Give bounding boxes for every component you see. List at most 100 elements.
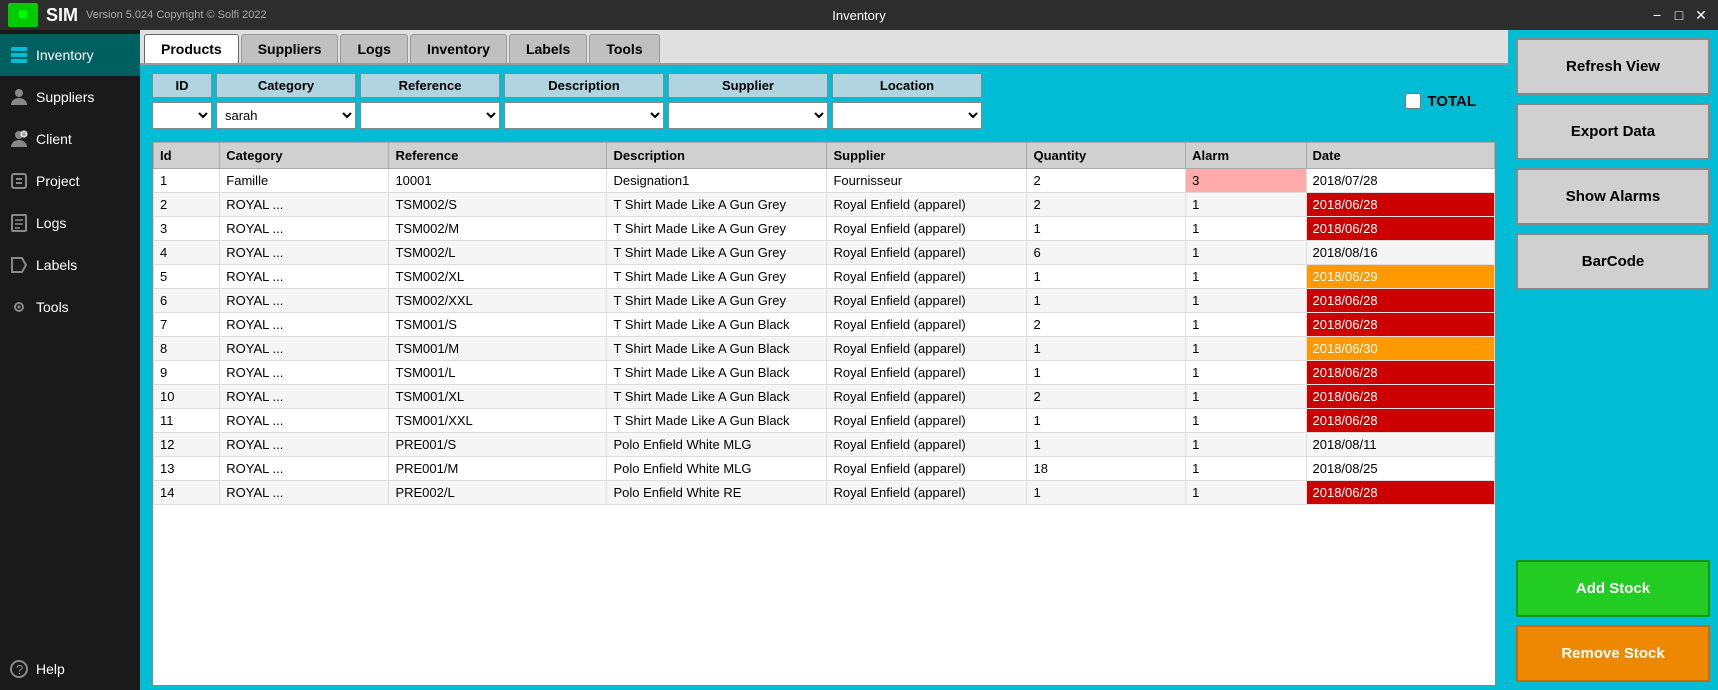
tab-tools[interactable]: Tools [589, 34, 659, 63]
cell-category: ROYAL ... [220, 217, 389, 241]
export-data-button[interactable]: Export Data [1516, 103, 1710, 160]
sidebar-item-project[interactable]: Project [0, 160, 140, 202]
total-area: TOTAL [1405, 93, 1496, 110]
sidebar-item-suppliers[interactable]: Suppliers [0, 76, 140, 118]
table-body: 1 Famille 10001 Designation1 Fournisseur… [154, 169, 1495, 505]
cell-description: Polo Enfield White MLG [607, 433, 827, 457]
maximize-button[interactable]: □ [1670, 6, 1688, 24]
cell-reference: TSM002/L [389, 241, 607, 265]
tools-icon [8, 296, 30, 318]
sidebar-item-logs[interactable]: Logs [0, 202, 140, 244]
tab-products[interactable]: Products [144, 34, 239, 63]
window-controls: − □ ✕ [1648, 6, 1710, 24]
cell-id: 9 [154, 361, 220, 385]
tab-logs[interactable]: Logs [340, 34, 407, 63]
table-row[interactable]: 6 ROYAL ... TSM002/XXL T Shirt Made Like… [154, 289, 1495, 313]
cell-date: 2018/08/11 [1306, 433, 1495, 457]
table-row[interactable]: 1 Famille 10001 Designation1 Fournisseur… [154, 169, 1495, 193]
filter-location-select[interactable] [832, 102, 982, 129]
cell-id: 5 [154, 265, 220, 289]
remove-stock-button[interactable]: Remove Stock [1516, 625, 1710, 682]
close-button[interactable]: ✕ [1692, 6, 1710, 24]
barcode-button[interactable]: BarCode [1516, 233, 1710, 290]
cell-description: T Shirt Made Like A Gun Black [607, 409, 827, 433]
sidebar-labels-label: Labels [36, 257, 77, 273]
cell-category: ROYAL ... [220, 409, 389, 433]
filter-reference-label: Reference [360, 73, 500, 98]
cell-reference: TSM001/S [389, 313, 607, 337]
cell-quantity: 1 [1027, 481, 1186, 505]
table-row[interactable]: 8 ROYAL ... TSM001/M T Shirt Made Like A… [154, 337, 1495, 361]
table-row[interactable]: 7 ROYAL ... TSM001/S T Shirt Made Like A… [154, 313, 1495, 337]
table-row[interactable]: 13 ROYAL ... PRE001/M Polo Enfield White… [154, 457, 1495, 481]
sidebar-item-labels[interactable]: Labels [0, 244, 140, 286]
cell-id: 1 [154, 169, 220, 193]
inventory-table: Id Category Reference Description Suppli… [153, 142, 1495, 505]
table-row[interactable]: 11 ROYAL ... TSM001/XXL T Shirt Made Lik… [154, 409, 1495, 433]
sidebar-suppliers-label: Suppliers [36, 89, 94, 105]
tab-inventory[interactable]: Inventory [410, 34, 507, 63]
table-row[interactable]: 10 ROYAL ... TSM001/XL T Shirt Made Like… [154, 385, 1495, 409]
cell-category: ROYAL ... [220, 385, 389, 409]
title-bar: ■ SIM Version 5.024 Copyright © Solfi 20… [0, 0, 1718, 30]
table-row[interactable]: 5 ROYAL ... TSM002/XL T Shirt Made Like … [154, 265, 1495, 289]
right-panel: Refresh View Export Data Show Alarms Bar… [1508, 30, 1718, 690]
sidebar-item-inventory[interactable]: Inventory [0, 34, 140, 76]
show-alarms-button[interactable]: Show Alarms [1516, 168, 1710, 225]
cell-reference: TSM002/M [389, 217, 607, 241]
cell-alarm: 1 [1186, 433, 1306, 457]
sidebar-item-help[interactable]: ? Help [0, 648, 140, 690]
cell-description: T Shirt Made Like A Gun Black [607, 385, 827, 409]
sidebar-item-tools[interactable]: Tools [0, 286, 140, 328]
minimize-button[interactable]: − [1648, 6, 1666, 24]
cell-alarm: 1 [1186, 337, 1306, 361]
filter-supplier-col: Supplier [668, 73, 828, 129]
filter-reference-select[interactable] [360, 102, 500, 129]
add-stock-button[interactable]: Add Stock [1516, 560, 1710, 617]
table-row[interactable]: 2 ROYAL ... TSM002/S T Shirt Made Like A… [154, 193, 1495, 217]
sidebar-inventory-label: Inventory [36, 47, 94, 63]
filter-category-select[interactable]: sarah [216, 102, 356, 129]
filter-category-label: Category [216, 73, 356, 98]
help-icon: ? [8, 658, 30, 680]
table-row[interactable]: 12 ROYAL ... PRE001/S Polo Enfield White… [154, 433, 1495, 457]
sidebar-item-client[interactable]: Client [0, 118, 140, 160]
logs-icon [8, 212, 30, 234]
filter-location-col: Location [832, 73, 982, 129]
cell-id: 14 [154, 481, 220, 505]
filter-reference-col: Reference [360, 73, 500, 129]
cell-id: 10 [154, 385, 220, 409]
cell-quantity: 2 [1027, 385, 1186, 409]
filter-id-select[interactable] [152, 102, 212, 129]
cell-reference: TSM001/XL [389, 385, 607, 409]
filter-category-col: Category sarah [216, 73, 356, 129]
tab-labels[interactable]: Labels [509, 34, 587, 63]
cell-id: 8 [154, 337, 220, 361]
cell-alarm: 1 [1186, 217, 1306, 241]
cell-quantity: 2 [1027, 193, 1186, 217]
main-layout: Inventory Suppliers Client Project Logs [0, 30, 1718, 690]
table-row[interactable]: 4 ROYAL ... TSM002/L T Shirt Made Like A… [154, 241, 1495, 265]
table-row[interactable]: 14 ROYAL ... PRE002/L Polo Enfield White… [154, 481, 1495, 505]
filter-supplier-select[interactable] [668, 102, 828, 129]
refresh-view-button[interactable]: Refresh View [1516, 38, 1710, 95]
table-row[interactable]: 9 ROYAL ... TSM001/L T Shirt Made Like A… [154, 361, 1495, 385]
cell-description: T Shirt Made Like A Gun Grey [607, 265, 827, 289]
cell-description: T Shirt Made Like A Gun Black [607, 337, 827, 361]
cell-id: 3 [154, 217, 220, 241]
client-icon [8, 128, 30, 150]
table-row[interactable]: 3 ROYAL ... TSM002/M T Shirt Made Like A… [154, 217, 1495, 241]
total-checkbox[interactable] [1405, 93, 1421, 109]
cell-date: 2018/06/28 [1306, 289, 1495, 313]
tab-suppliers[interactable]: Suppliers [241, 34, 339, 63]
filter-description-select[interactable] [504, 102, 664, 129]
cell-description: T Shirt Made Like A Gun Grey [607, 217, 827, 241]
sidebar-logs-label: Logs [36, 215, 66, 231]
cell-description: Polo Enfield White RE [607, 481, 827, 505]
cell-date: 2018/07/28 [1306, 169, 1495, 193]
cell-category: ROYAL ... [220, 265, 389, 289]
cell-supplier: Royal Enfield (apparel) [827, 265, 1027, 289]
cell-description: T Shirt Made Like A Gun Grey [607, 193, 827, 217]
cell-date: 2018/06/28 [1306, 385, 1495, 409]
tab-bar: Products Suppliers Logs Inventory Labels… [140, 30, 1508, 65]
